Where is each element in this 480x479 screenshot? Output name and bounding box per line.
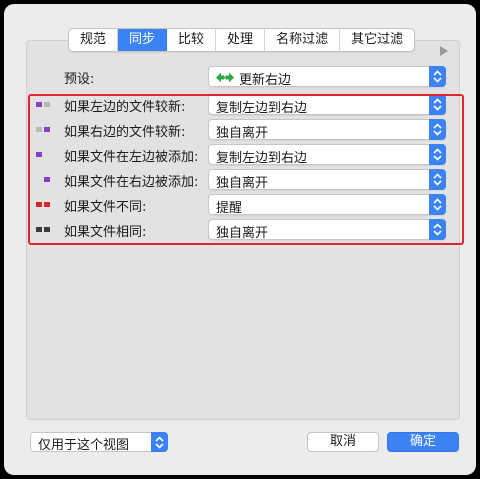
chevron-up-down-icon <box>429 94 446 115</box>
rule-label: 如果文件相同: <box>64 225 147 240</box>
rule-action-select[interactable]: 独自离开 <box>208 169 446 191</box>
green-sync-arrows-icon <box>216 72 234 83</box>
rule-label: 如果文件不同: <box>64 200 147 215</box>
preset-row: 预设: 更新右边 <box>34 66 450 88</box>
left-color-swatch <box>36 102 42 107</box>
chevron-up-down-icon <box>429 119 446 140</box>
preset-label: 预设: <box>64 72 95 87</box>
tab-handling[interactable]: 处理 <box>216 29 266 51</box>
tab-name-filters[interactable]: 名称过滤 <box>265 29 341 51</box>
chevron-up-down-icon <box>429 66 446 87</box>
left-color-swatch <box>36 152 42 157</box>
rule-action-value: 提醒 <box>216 201 243 216</box>
right-color-swatch <box>44 227 50 232</box>
chevron-up-down-icon <box>429 169 446 190</box>
rule-action-select[interactable]: 复制左边到右边 <box>208 144 446 166</box>
chevron-up-down-icon <box>429 144 446 165</box>
rule-row-added-right: 如果文件在右边被添加: 独自离开 <box>34 169 450 191</box>
tab-session[interactable]: 规范 <box>69 29 119 51</box>
rule-action-value: 独自离开 <box>216 226 269 241</box>
rule-label: 如果文件在左边被添加: <box>64 150 199 165</box>
sync-settings-dialog: 规范 同步 比较 处理 名称过滤 其它过滤 预设: 更新右边 如果左边的文件较新… <box>4 4 476 475</box>
rule-action-select[interactable]: 提醒 <box>208 194 446 216</box>
tab-comparison[interactable]: 比较 <box>167 29 217 51</box>
rule-action-value: 独自离开 <box>216 176 269 191</box>
rule-action-value: 复制左边到右边 <box>216 101 308 116</box>
right-color-swatch <box>44 127 50 132</box>
rule-row-added-left: 如果文件在左边被添加: 复制左边到右边 <box>34 144 450 166</box>
tab-scroll-right-icon[interactable] <box>440 46 448 56</box>
cancel-button[interactable]: 取消 <box>307 432 379 452</box>
rule-action-select[interactable]: 复制左边到右边 <box>208 94 446 116</box>
tab-sync[interactable]: 同步 <box>118 29 168 51</box>
preset-select[interactable]: 更新右边 <box>208 66 446 88</box>
left-color-swatch <box>36 127 42 132</box>
rule-action-value: 独自离开 <box>216 126 269 141</box>
rule-action-value: 复制左边到右边 <box>216 151 308 166</box>
rule-label: 如果左边的文件较新: <box>64 100 186 115</box>
right-color-swatch <box>44 202 50 207</box>
rule-label: 如果文件在右边被添加: <box>64 175 199 190</box>
left-color-swatch <box>36 227 42 232</box>
tab-bar: 规范 同步 比较 处理 名称过滤 其它过滤 <box>68 28 416 52</box>
right-color-swatch <box>44 177 50 182</box>
rule-action-select[interactable]: 独自离开 <box>208 119 446 141</box>
view-scope-select[interactable]: 仅用于这个视图 <box>30 432 168 453</box>
chevron-up-down-icon <box>151 432 168 452</box>
tab-other-filters[interactable]: 其它过滤 <box>340 29 414 51</box>
rule-row-left-newer: 如果左边的文件较新: 复制左边到右边 <box>34 94 450 116</box>
chevron-up-down-icon <box>429 219 446 240</box>
rule-row-different: 如果文件不同: 提醒 <box>34 194 450 216</box>
rule-row-right-newer: 如果右边的文件较新: 独自离开 <box>34 119 450 141</box>
preset-value: 更新右边 <box>239 73 292 88</box>
ok-button[interactable]: 确定 <box>387 432 459 452</box>
rule-action-select[interactable]: 独自离开 <box>208 219 446 241</box>
right-color-swatch <box>44 102 50 107</box>
chevron-up-down-icon <box>429 194 446 215</box>
rule-label: 如果右边的文件较新: <box>64 125 186 140</box>
view-scope-value: 仅用于这个视图 <box>38 438 130 453</box>
rule-row-same: 如果文件相同: 独自离开 <box>34 219 450 241</box>
left-color-swatch <box>36 202 42 207</box>
